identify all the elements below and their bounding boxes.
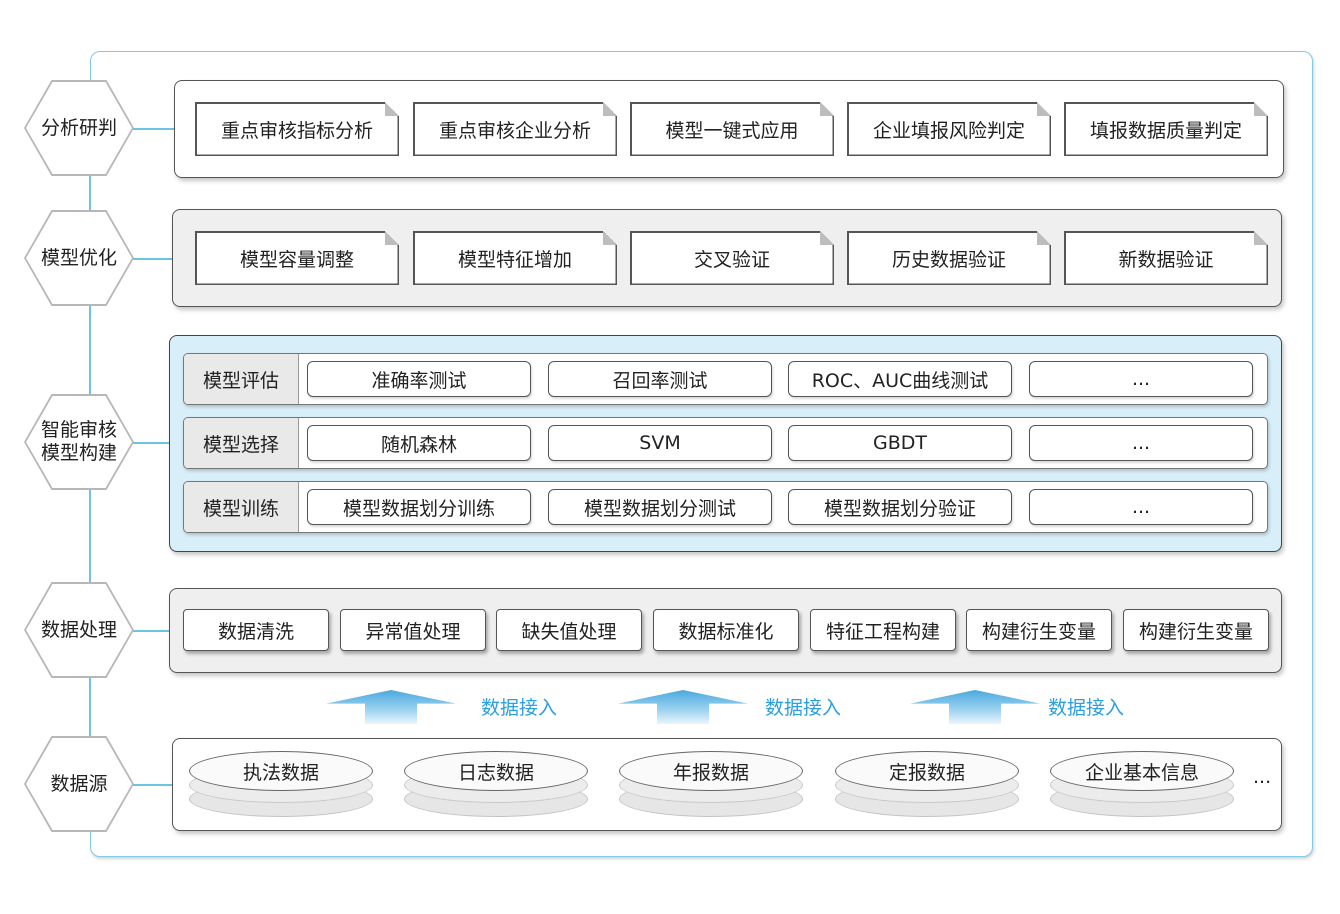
processing-item: 构建衍生变量: [1123, 609, 1269, 651]
optimization-card: 模型特征增加: [413, 231, 617, 285]
database-icon: 企业基本信息: [1050, 751, 1234, 817]
analysis-card: 重点审核指标分析: [195, 102, 399, 156]
build-item: 召回率测试: [548, 361, 772, 397]
analysis-card: 企业填报风险判定: [847, 102, 1051, 156]
connector-source: [133, 784, 172, 786]
database-icon: 日志数据: [404, 751, 588, 817]
optimization-card-label: 历史数据验证: [849, 233, 1050, 284]
ingest-label: 数据接入: [1048, 697, 1125, 719]
optimization-card-label: 新数据验证: [1066, 233, 1267, 284]
build-item: 随机森林: [307, 425, 531, 461]
optimization-card: 模型容量调整: [195, 231, 399, 285]
optimization-card-label: 模型容量调整: [197, 233, 398, 284]
connector-processing: [133, 630, 170, 632]
processing-item: 数据标准化: [653, 609, 799, 651]
build-item: 模型数据划分测试: [548, 489, 772, 525]
source-item: 企业基本信息: [1050, 751, 1234, 791]
build-row-label: 模型训练: [184, 482, 299, 532]
optimization-card-label: 模型特征增加: [415, 233, 616, 284]
source-item: 执法数据: [189, 751, 373, 791]
analysis-card-label: 模型一键式应用: [632, 104, 833, 155]
analysis-card: 重点审核企业分析: [413, 102, 617, 156]
analysis-card-label: 企业填报风险判定: [849, 104, 1050, 155]
source-item: 日志数据: [404, 751, 588, 791]
processing-item: 特征工程构建: [810, 609, 956, 651]
build-row-evaluation: 模型评估 准确率测试 召回率测试 ROC、AUC曲线测试 ...: [183, 353, 1268, 405]
build-item: ...: [1029, 489, 1253, 525]
build-row-training: 模型训练 模型数据划分训练 模型数据划分测试 模型数据划分验证 ...: [183, 481, 1268, 533]
connector-build: [133, 442, 170, 444]
analysis-card-label: 填报数据质量判定: [1066, 104, 1267, 155]
ingest-label: 数据接入: [765, 697, 842, 719]
build-item: 模型数据划分训练: [307, 489, 531, 525]
optimization-card: 历史数据验证: [847, 231, 1051, 285]
analysis-card-label: 重点审核企业分析: [415, 104, 616, 155]
optimization-card: 新数据验证: [1064, 231, 1268, 285]
connector-optimization: [133, 258, 173, 260]
build-row-label: 模型评估: [184, 354, 299, 404]
analysis-card: 模型一键式应用: [630, 102, 834, 156]
build-row-label: 模型选择: [184, 418, 299, 468]
build-item: 准确率测试: [307, 361, 531, 397]
build-item: ...: [1029, 361, 1253, 397]
build-item: 模型数据划分验证: [788, 489, 1012, 525]
processing-item: 数据清洗: [183, 609, 329, 651]
ingest-label: 数据接入: [481, 697, 558, 719]
analysis-card-label: 重点审核指标分析: [197, 104, 398, 155]
processing-item: 缺失值处理: [496, 609, 642, 651]
analysis-card: 填报数据质量判定: [1064, 102, 1268, 156]
database-icon: 执法数据: [189, 751, 373, 817]
optimization-card-label: 交叉验证: [632, 233, 833, 284]
build-item: ROC、AUC曲线测试: [788, 361, 1012, 397]
database-icon: 年报数据: [619, 751, 803, 817]
database-icon: 定报数据: [835, 751, 1019, 817]
source-item: 年报数据: [619, 751, 803, 791]
build-item: SVM: [548, 425, 772, 461]
source-item: 定报数据: [835, 751, 1019, 791]
build-item: GBDT: [788, 425, 1012, 461]
optimization-card: 交叉验证: [630, 231, 834, 285]
build-row-selection: 模型选择 随机森林 SVM GBDT ...: [183, 417, 1268, 469]
build-item: ...: [1029, 425, 1253, 461]
processing-item: 异常值处理: [340, 609, 486, 651]
source-more: ...: [1253, 766, 1272, 788]
connector-analysis: [133, 128, 175, 130]
processing-item: 构建衍生变量: [966, 609, 1112, 651]
